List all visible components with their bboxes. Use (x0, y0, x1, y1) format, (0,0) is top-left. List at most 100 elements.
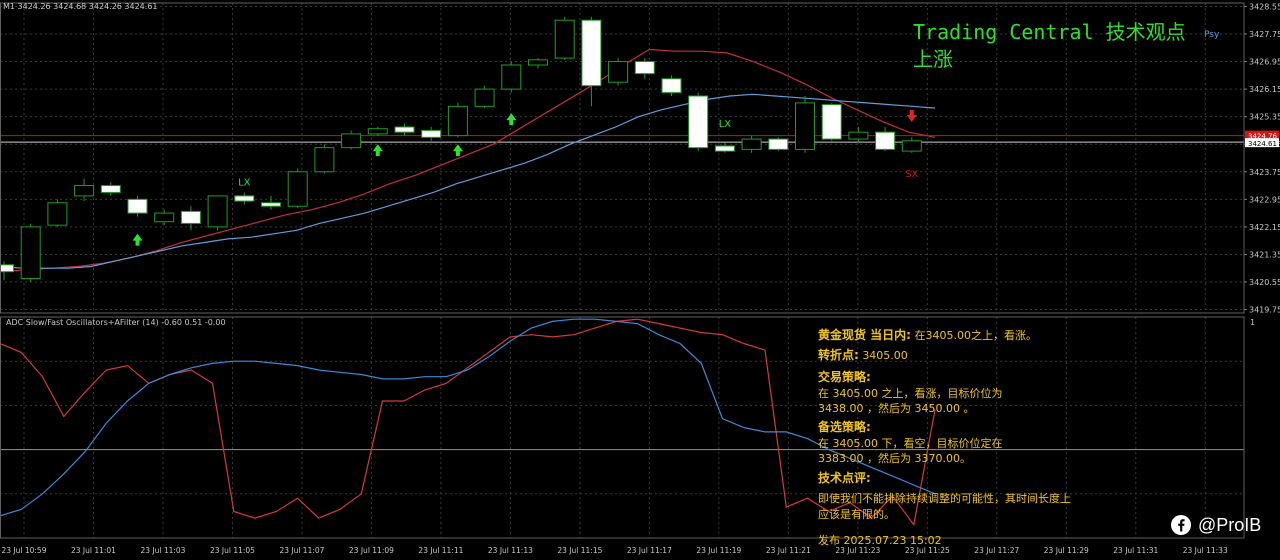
overlay-line-0: 黄金现货 当日内: 在3405.00之上，看涨。 (818, 328, 1037, 343)
candle (261, 195, 281, 210)
candle (634, 58, 655, 79)
overlay-line-4: 3438.00 ，然后为 3450.00 。 (818, 402, 975, 415)
candle (447, 102, 468, 138)
candle-bull (795, 102, 815, 150)
sell-arrow-icon (906, 109, 917, 122)
candle-bear (0, 264, 14, 273)
candle-bull (207, 195, 228, 228)
price-tick-label: 3420.55 (1249, 278, 1280, 287)
candle (421, 127, 442, 141)
time-label: 23 Jul 11:19 (696, 546, 741, 555)
candle (367, 127, 388, 136)
time-label: 23 Jul 11:13 (488, 546, 533, 555)
candle (127, 195, 148, 217)
overlay-line-6: 在 3405.00 下，看空，目标价位定在 (818, 437, 1003, 450)
candle (848, 127, 869, 143)
candle (74, 178, 95, 202)
candle-bull (901, 140, 922, 152)
overlay-line-5: 备选策略: (818, 420, 871, 434)
candle-bull (47, 202, 68, 226)
candle-bear (421, 129, 442, 138)
candle (581, 16, 602, 107)
candle (47, 199, 68, 227)
lx-signal-label: LX (238, 178, 251, 189)
candle (554, 16, 575, 60)
candle-bear (634, 61, 655, 75)
time-label: 23 Jul 10:59 (2, 546, 47, 555)
time-label: 23 Jul 11:21 (766, 546, 811, 555)
candle-bear (714, 145, 735, 152)
overlay-line-1-label: 转折点: (818, 348, 859, 362)
price-tick-label: 3422.95 (1249, 195, 1280, 204)
candle-bear (875, 131, 896, 150)
candle (474, 85, 495, 109)
candle-bull (74, 185, 95, 197)
facebook-icon (1171, 515, 1191, 535)
time-label: 23 Jul 11:31 (1113, 546, 1158, 555)
candle-bear (127, 198, 148, 214)
candle-bull (554, 19, 575, 59)
candle (528, 58, 548, 69)
overlay-line-8: 技术点评: (818, 471, 871, 485)
candle-bear (688, 95, 709, 149)
candle (207, 195, 228, 231)
candle (768, 137, 789, 152)
candle-bear (234, 195, 255, 202)
overlay-line-1: 转折点: 3405.00 (818, 348, 908, 363)
overlay-line-0-label: 黄金现货 当日内: (818, 328, 911, 342)
candle-bear (180, 210, 201, 224)
candle-bear (821, 104, 842, 140)
buy-arrow-icon (506, 113, 517, 126)
grid (0, 3, 1244, 538)
lx-signal-label: LX (719, 119, 732, 130)
candle-bull (447, 105, 468, 137)
time-label: 23 Jul 11:05 (210, 546, 255, 555)
candle-bull (341, 133, 362, 149)
candle (501, 61, 522, 93)
candle-bull (474, 88, 495, 107)
sx-signal-label: SX (905, 169, 918, 180)
candle (0, 261, 14, 281)
price-panel-frame (0, 2, 1245, 314)
candle (234, 192, 255, 205)
candle (154, 209, 175, 226)
candle-bull (367, 128, 388, 135)
overlay-line-3: 在 3405.00 之上，看涨，目标价位为 (818, 387, 1003, 400)
candle-bear (768, 138, 789, 150)
candle-bull (848, 131, 869, 140)
candle-bear (261, 202, 281, 207)
overlay-line-2: 交易策略: (818, 370, 871, 384)
price-tick-label: 3419.75 (1249, 306, 1280, 315)
buy-arrow-icon (372, 144, 383, 157)
time-label: 23 Jul 11:17 (627, 546, 672, 555)
candle (180, 206, 201, 231)
symbol-header: M1 3424.26 3424.68 3424.26 3424.61 (3, 2, 158, 11)
candle-bull (528, 59, 548, 66)
overlay-line-9: 即使我们不能排除持续调整的可能性，其时间长度上 (818, 492, 1071, 505)
candle (901, 137, 922, 153)
candle (875, 127, 896, 152)
labels: 3424.763424.61M1 3424.26 3424.68 3424.26… (3, 2, 1279, 327)
time-label: 23 Jul 11:33 (1183, 546, 1228, 555)
oscillator-blue-line (0, 318, 936, 517)
candle-bull (501, 64, 522, 90)
candle-bear (100, 185, 121, 193)
brand-watermark: @ProIB (1170, 514, 1261, 536)
candle (741, 135, 762, 153)
overlay-line-1-text: 3405.00 (862, 349, 908, 362)
time-label: 23 Jul 11:03 (140, 546, 185, 555)
psy-label: Psy (1204, 30, 1220, 40)
candle-bear (661, 78, 682, 94)
price-tick-label: 3426.95 (1249, 58, 1280, 67)
candle (688, 92, 709, 152)
overlay-line-11: 发布 2025.07.23 15:02 (818, 534, 942, 547)
price-tick-label: 3422.15 (1249, 223, 1280, 232)
candle (100, 182, 121, 196)
axes: 3428.553427.753426.953426.153425.353424.… (0, 2, 1280, 555)
osc-axis-top-label: 1 (1250, 318, 1255, 327)
indicator-header: ADC Slow/Fast Oscillators+AFilter (14) -… (6, 318, 226, 327)
time-label: 23 Jul 11:01 (71, 546, 116, 555)
candle-bull (608, 61, 629, 83)
candle (287, 168, 308, 208)
candle (314, 144, 335, 174)
